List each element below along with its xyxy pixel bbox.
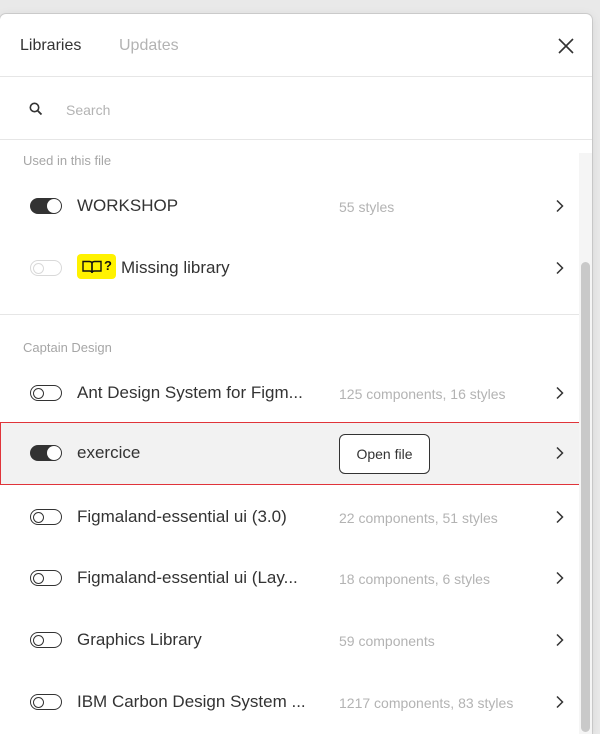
search-bar	[0, 77, 592, 140]
library-name: Figmaland-essential ui (Lay...	[77, 568, 298, 587]
missing-library-badge: ?	[77, 254, 116, 279]
library-row-missing[interactable]: ? Missing library	[0, 237, 580, 299]
libraries-panel: Libraries Updates Used in this file WORK…	[0, 14, 592, 734]
chevron-right-icon	[556, 199, 564, 213]
library-meta: 55 styles	[339, 199, 395, 215]
tab-updates[interactable]: Updates	[119, 37, 179, 55]
section-label-used-in-file: Used in this file	[23, 153, 112, 168]
search-input[interactable]	[64, 97, 548, 123]
open-file-button[interactable]: Open file	[339, 434, 430, 474]
chevron-right-icon	[556, 386, 564, 400]
library-toggle[interactable]	[30, 509, 62, 525]
library-toggle[interactable]	[30, 632, 62, 648]
scrollbar-thumb[interactable]	[581, 262, 590, 732]
library-name: WORKSHOP	[77, 196, 179, 215]
library-row-ibm-carbon[interactable]: IBM Carbon Design System ... 1217 compon…	[0, 671, 580, 733]
search-icon	[29, 102, 43, 116]
library-name: exercice	[77, 443, 141, 462]
section-label-captain-design: Captain Design	[23, 340, 112, 355]
chevron-right-icon	[556, 571, 564, 585]
library-name: IBM Carbon Design System ...	[77, 692, 306, 711]
library-toggle[interactable]	[30, 385, 62, 401]
library-name: Graphics Library	[77, 630, 202, 649]
library-toggle[interactable]	[30, 445, 62, 461]
chevron-right-icon	[556, 633, 564, 647]
library-meta: 59 components	[339, 633, 435, 649]
library-toggle	[30, 260, 62, 276]
library-meta: 18 components, 6 styles	[339, 571, 490, 587]
library-toggle[interactable]	[30, 570, 62, 586]
library-toggle[interactable]	[30, 198, 62, 214]
panel-header: Libraries Updates	[0, 14, 592, 77]
library-meta: 125 components, 16 styles	[339, 386, 506, 402]
chevron-right-icon	[556, 261, 564, 275]
library-row-figmaland-layout[interactable]: Figmaland-essential ui (Lay... 18 compon…	[0, 547, 580, 609]
library-toggle[interactable]	[30, 694, 62, 710]
library-meta: 22 components, 51 styles	[339, 510, 498, 526]
library-name: Missing library	[121, 258, 230, 277]
section-divider	[0, 314, 592, 315]
missing-badge-question: ?	[104, 258, 112, 273]
library-row-exercice[interactable]: exercice Open file	[0, 422, 592, 485]
chevron-right-icon	[556, 446, 564, 460]
library-row-figmaland-3[interactable]: Figmaland-essential ui (3.0) 22 componen…	[0, 486, 580, 548]
book-question-icon	[82, 260, 102, 274]
library-meta: 1217 components, 83 styles	[339, 695, 514, 711]
library-name: Ant Design System for Figm...	[77, 383, 303, 402]
close-icon[interactable]	[556, 36, 576, 56]
library-row-workshop[interactable]: WORKSHOP 55 styles	[0, 175, 580, 237]
chevron-right-icon	[556, 510, 564, 524]
library-row-graphics[interactable]: Graphics Library 59 components	[0, 609, 580, 671]
tab-libraries[interactable]: Libraries	[20, 37, 81, 55]
library-row-ant-design[interactable]: Ant Design System for Figm... 125 compon…	[0, 362, 580, 424]
library-name: Figmaland-essential ui (3.0)	[77, 507, 287, 526]
